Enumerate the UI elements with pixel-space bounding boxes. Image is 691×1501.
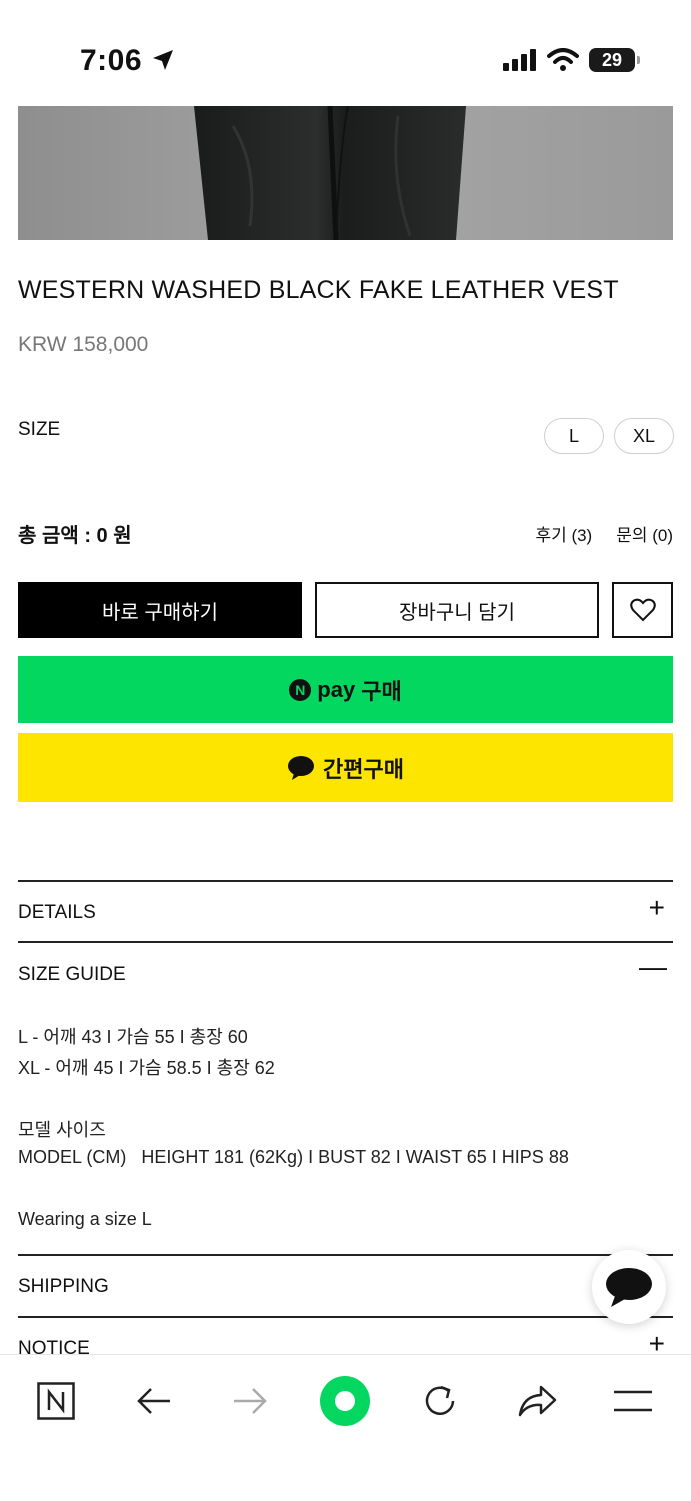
hamburger-icon	[614, 1390, 652, 1412]
location-arrow-icon	[152, 50, 173, 70]
size-label: SIZE	[18, 419, 61, 440]
collapse-minus-icon[interactable]: —	[639, 953, 667, 981]
review-inquiry-links: 후기 (3) 문의 (0)	[535, 521, 673, 546]
buy-now-button[interactable]: 바로 구매하기	[18, 582, 302, 638]
browser-toolbar	[0, 1354, 691, 1501]
add-to-cart-button[interactable]: 장바구니 담기	[315, 582, 599, 638]
naver-n-icon	[37, 1382, 75, 1420]
divider	[18, 1316, 673, 1318]
total-amount: 총 금액 : 0 원	[18, 525, 132, 547]
wishlist-button[interactable]	[612, 582, 673, 638]
signal-icon	[503, 49, 536, 71]
product-image[interactable]	[18, 106, 673, 240]
section-size-guide[interactable]: SIZE GUIDE	[18, 964, 126, 986]
refresh-button[interactable]	[414, 1375, 466, 1427]
green-dot-icon	[320, 1376, 370, 1426]
size-option-xl[interactable]: XL	[614, 418, 674, 454]
size-guide-xl: XL - 어깨 45 I 가슴 58.5 I 총장 62	[18, 1058, 275, 1078]
forward-button[interactable]	[224, 1375, 276, 1427]
divider	[18, 880, 673, 882]
chat-button[interactable]	[592, 1250, 666, 1324]
size-option-l[interactable]: L	[544, 418, 604, 454]
section-details[interactable]: DETAILS	[18, 902, 96, 924]
share-icon	[518, 1385, 557, 1417]
status-indicators: 29	[503, 48, 640, 72]
divider	[18, 941, 673, 943]
product-title: WESTERN WASHED BLACK FAKE LEATHER VEST	[18, 276, 619, 304]
naver-home-button[interactable]	[30, 1375, 82, 1427]
product-photo	[18, 106, 673, 240]
kakao-label: 간편구매	[323, 756, 404, 782]
wearing-size: Wearing a size L	[18, 1209, 152, 1229]
inquiries-link[interactable]: 문의 (0)	[616, 521, 673, 546]
reviews-link[interactable]: 후기 (3)	[535, 521, 592, 546]
product-price: KRW 158,000	[18, 333, 149, 356]
heart-icon	[629, 598, 656, 622]
divider	[18, 1254, 673, 1256]
back-button[interactable]	[128, 1375, 180, 1427]
chat-bubble-icon	[606, 1268, 652, 1307]
wifi-icon	[547, 48, 579, 71]
expand-plus-icon[interactable]: +	[649, 894, 665, 922]
speech-bubble-icon	[288, 755, 315, 780]
arrow-left-icon	[137, 1388, 170, 1414]
npay-brand: pay	[317, 676, 356, 702]
naver-n-icon: N	[289, 678, 312, 701]
share-button[interactable]	[511, 1375, 563, 1427]
section-shipping[interactable]: SHIPPING	[18, 1276, 109, 1298]
refresh-icon	[425, 1385, 455, 1415]
arrow-right-icon	[234, 1388, 267, 1414]
menu-button[interactable]	[607, 1375, 659, 1427]
model-size-info: MODEL (CM) HEIGHT 181 (62Kg) I BUST 82 I…	[18, 1147, 569, 1167]
size-guide-l: L - 어깨 43 I 가슴 55 I 총장 60	[18, 1027, 248, 1047]
green-dot-button[interactable]	[319, 1375, 371, 1427]
status-time: 7:06	[80, 44, 175, 78]
npay-button[interactable]: N pay 구매	[18, 656, 673, 723]
npay-action: 구매	[361, 678, 402, 704]
battery-indicator: 29	[589, 48, 640, 72]
model-size-title: 모델 사이즈	[18, 1120, 106, 1140]
kakao-pay-button[interactable]: 간편구매	[18, 733, 673, 802]
